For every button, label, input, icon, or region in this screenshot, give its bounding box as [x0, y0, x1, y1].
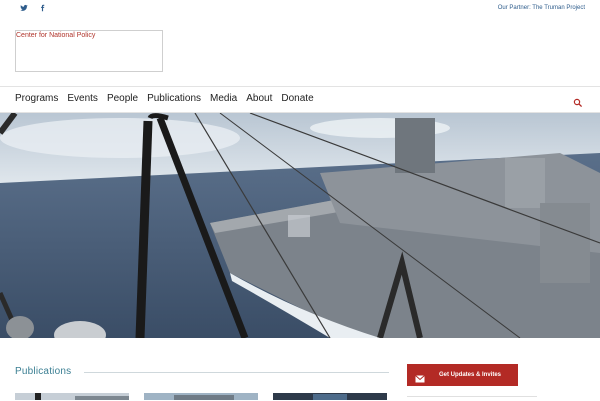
publication-thumbnail[interactable] [144, 390, 258, 400]
nav-item-donate[interactable]: Donate [281, 93, 313, 104]
facebook-icon[interactable] [39, 4, 46, 15]
top-bar: Our Partner: The Truman Project [0, 0, 600, 20]
nav-item-events[interactable]: Events [67, 93, 98, 104]
main-nav: Programs Events People Publications Medi… [0, 86, 600, 113]
nav-item-media[interactable]: Media [210, 93, 237, 104]
logo-text: Center for National Policy [16, 32, 96, 39]
publications-heading: Publications [15, 366, 72, 377]
nav-item-people[interactable]: People [107, 93, 138, 104]
get-updates-label: Get Updates & Invites [439, 372, 502, 378]
hero-image [0, 113, 600, 338]
publication-thumbnail[interactable] [15, 390, 129, 400]
twitter-icon[interactable] [20, 4, 28, 15]
nav-item-publications[interactable]: Publications [147, 93, 201, 104]
partner-link[interactable]: Our Partner: The Truman Project [498, 5, 585, 11]
section-divider [84, 372, 389, 373]
search-icon[interactable] [573, 95, 583, 108]
nav-items: Programs Events People Publications Medi… [15, 93, 314, 104]
nav-item-programs[interactable]: Programs [15, 93, 58, 104]
sidebar-panel [407, 396, 537, 401]
nav-item-about[interactable]: About [246, 93, 272, 104]
envelope-icon [415, 370, 425, 383]
publication-thumbnail[interactable] [273, 390, 387, 400]
site-logo[interactable]: Center for National Policy [15, 30, 163, 72]
get-updates-button[interactable]: Get Updates & Invites [407, 364, 518, 386]
